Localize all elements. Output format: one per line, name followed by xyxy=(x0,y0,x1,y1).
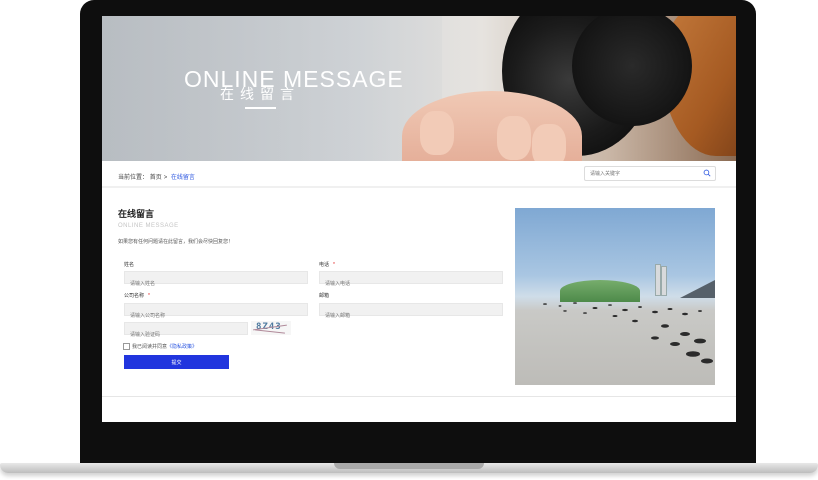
privacy-link[interactable]: 《隐私政策》 xyxy=(167,344,197,350)
banner-underline xyxy=(245,107,276,109)
captcha-field-wrap xyxy=(124,322,248,341)
footer-divider xyxy=(102,396,736,397)
captcha-input[interactable] xyxy=(125,329,247,341)
captcha-image[interactable]: 8Z43 xyxy=(251,321,291,335)
name-label: 姓名 xyxy=(124,262,135,268)
banner-title-cn: 在线留言 xyxy=(220,86,300,102)
email-field-wrap xyxy=(319,303,503,322)
screen: ONLINE MESSAGE 在线留言 当前位置： 首页> 在线留言 在线留言 … xyxy=(102,16,736,422)
agree-checkbox[interactable] xyxy=(123,343,130,351)
agree-text: 我已阅读并同意 xyxy=(132,344,168,350)
agreement-row: 我已阅读并同意《隐私政策》 xyxy=(123,343,197,351)
search-icon[interactable] xyxy=(703,169,711,177)
submit-button[interactable]: 提交 xyxy=(124,355,229,369)
phone-input[interactable] xyxy=(320,278,502,290)
laptop-notch xyxy=(334,463,484,469)
form-intro: 如果您有任何问题请在此留言，我们会尽快回复您！ xyxy=(118,239,234,245)
name-input[interactable] xyxy=(125,278,307,290)
company-field-wrap xyxy=(124,303,308,322)
divider xyxy=(102,186,736,188)
company-input[interactable] xyxy=(125,310,307,322)
name-field-wrap xyxy=(124,271,308,290)
email-input[interactable] xyxy=(320,310,502,322)
breadcrumb: 当前位置： 首页 > 在线留言 xyxy=(118,175,195,181)
breadcrumb-current[interactable]: 在线留言 xyxy=(171,175,195,181)
phone-field-wrap xyxy=(319,271,503,290)
search-input[interactable] xyxy=(590,169,690,178)
construction-site-photo xyxy=(515,208,715,385)
breadcrumb-label: 当前位置： xyxy=(118,175,149,181)
search-box xyxy=(584,166,716,181)
form-title-en: ONLINE MESSAGE xyxy=(118,223,179,229)
breadcrumb-home[interactable]: 首页 xyxy=(150,175,162,181)
company-label: 公司名称 * xyxy=(124,293,150,299)
form-title: 在线留言 xyxy=(118,209,155,219)
email-label: 邮箱 xyxy=(319,293,330,299)
phone-label: 电话 * xyxy=(319,262,335,268)
banner: ONLINE MESSAGE 在线留言 xyxy=(102,16,736,161)
